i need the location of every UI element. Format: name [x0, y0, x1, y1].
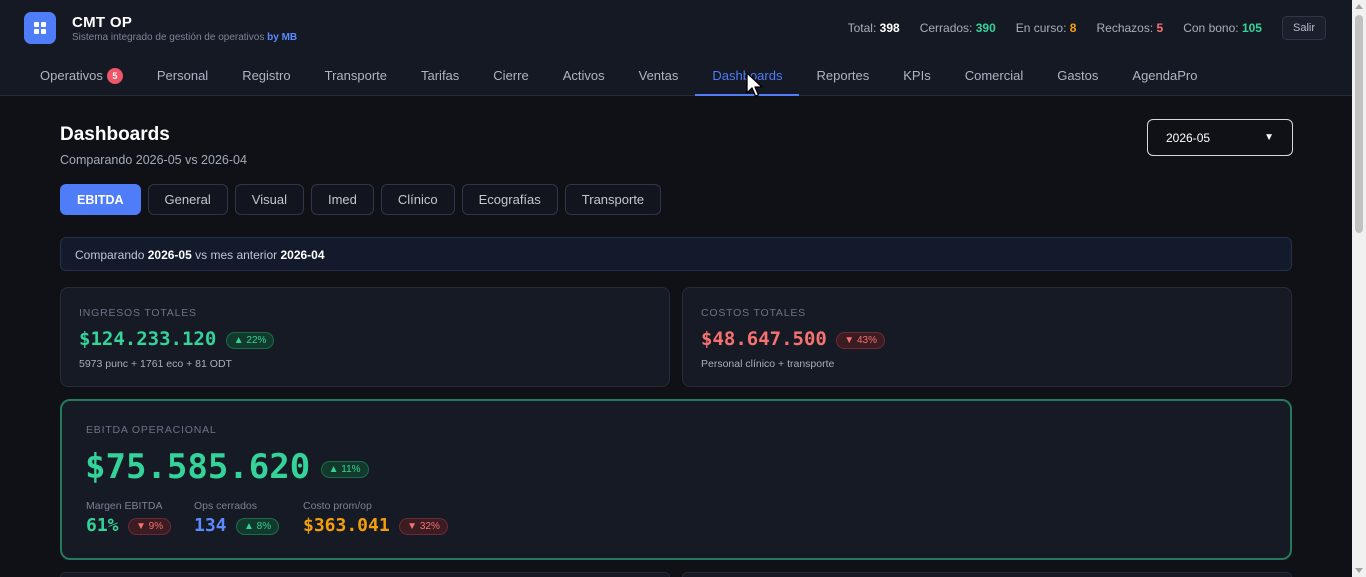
dashboard-tabs: EBITDA General Visual Imed Clínico Ecogr…	[60, 184, 668, 215]
metric-avg-cost-value: $363.041	[303, 515, 390, 536]
stat-con-bono-value: 105	[1241, 21, 1262, 35]
stat-en-curso: En curso: 8	[1016, 21, 1077, 35]
metric-ops-closed: Ops cerrados 134 ▲ 8%	[194, 500, 280, 536]
metric-ops-delta: ▲ 8%	[235, 518, 280, 536]
income-value-row: $124.233.120 ▲ 22%	[79, 328, 275, 350]
month-select-value: 2026-05	[1166, 130, 1211, 145]
costs-delta-badge: ▼ 43%	[836, 332, 885, 350]
nav-item-tarifas[interactable]: Tarifas	[404, 60, 476, 96]
compare-middle: vs mes anterior	[195, 248, 278, 262]
nav-item-activos[interactable]: Activos	[546, 60, 622, 96]
ebitda-value-row: $75.585.620 ▲ 11%	[85, 447, 369, 487]
logout-button[interactable]: Salir	[1281, 16, 1326, 40]
stat-cerrados-value: 390	[975, 21, 996, 35]
stat-total-value: 398	[879, 21, 900, 35]
app-logo-icon[interactable]	[24, 12, 56, 44]
app-subtitle: Sistema integrado de gestión de operativ…	[72, 32, 297, 43]
stat-en-curso-label: En curso:	[1015, 21, 1067, 35]
app-title: CMT OP	[72, 14, 133, 31]
metric-ops-label: Ops cerrados	[194, 500, 258, 512]
page-scrollbar[interactable]	[1352, 0, 1366, 577]
notification-badge: 5	[106, 68, 123, 84]
ebitda-value: $75.585.620	[85, 447, 311, 487]
stat-total-label: Total:	[847, 21, 877, 35]
comparison-banner: Comparando 2026-05 vs mes anterior 2026-…	[60, 237, 1292, 271]
compare-prefix: Comparando	[75, 248, 145, 262]
app-subtitle-text: Sistema integrado de gestión de operativ…	[72, 32, 265, 43]
nav-item-kpis[interactable]: KPIs	[886, 60, 947, 96]
tab-visual[interactable]: Visual	[234, 184, 304, 215]
tab-clinico[interactable]: Clínico	[380, 184, 455, 215]
nav-item-reportes[interactable]: Reportes	[799, 60, 886, 96]
tab-transporte[interactable]: Transporte	[564, 184, 662, 215]
metric-avg-cost-delta: ▼ 32%	[399, 518, 448, 536]
tab-general[interactable]: General	[147, 184, 228, 215]
costs-label: COSTOS TOTALES	[701, 307, 806, 319]
stat-cerrados: Cerrados: 390	[920, 21, 996, 35]
stat-con-bono: Con bono: 105	[1183, 21, 1262, 35]
ebitda-label: EBITDA OPERACIONAL	[86, 424, 217, 436]
income-value: $124.233.120	[79, 328, 217, 350]
nav-item-agendapro[interactable]: AgendaPro	[1115, 60, 1214, 96]
tab-imed[interactable]: Imed	[310, 184, 374, 215]
income-card: INGRESOS TOTALES $124.233.120 ▲ 22% 5973…	[60, 287, 670, 387]
nav-item-registro[interactable]: Registro	[225, 60, 307, 96]
stat-total: Total: 398	[848, 21, 900, 35]
metric-margin-label: Margen EBITDA	[86, 500, 163, 512]
app-subtitle-by: by MB	[267, 32, 298, 43]
next-card-left	[60, 572, 670, 577]
month-select[interactable]: 2026-05 ▼	[1147, 119, 1293, 156]
ebitda-card: EBITDA OPERACIONAL $75.585.620 ▲ 11% Mar…	[60, 399, 1292, 560]
page-subtitle: Comparando 2026-05 vs 2026-04	[60, 153, 247, 167]
page-title: Dashboards	[60, 124, 170, 145]
summary-stats: Total: 398 Cerrados: 390 En curso: 8 Rec…	[848, 16, 1326, 40]
ebitda-delta-badge: ▲ 11%	[320, 461, 369, 478]
metric-margin: Margen EBITDA 61% ▼ 9%	[86, 500, 172, 536]
scroll-down-icon[interactable]	[1355, 568, 1363, 573]
tab-ebitda[interactable]: EBITDA	[60, 184, 141, 215]
nav-item-gastos[interactable]: Gastos	[1040, 60, 1115, 96]
nav-item-ventas[interactable]: Ventas	[622, 60, 696, 96]
stat-con-bono-label: Con bono:	[1183, 21, 1239, 35]
scrollbar-thumb[interactable]	[1355, 15, 1363, 233]
metric-ops-value: 134	[194, 515, 227, 536]
compare-current-month: 2026-05	[147, 248, 192, 262]
next-card-right	[682, 572, 1292, 577]
main-nav: Operativos 5 Personal Registro Transporte…	[23, 60, 1214, 96]
nav-item-label: Operativos	[40, 68, 103, 83]
nav-item-comercial[interactable]: Comercial	[948, 60, 1041, 96]
metric-avg-cost-label: Costo prom/op	[303, 500, 372, 512]
nav-item-personal[interactable]: Personal	[140, 60, 225, 96]
chevron-down-icon: ▼	[1264, 132, 1274, 143]
compare-previous-month: 2026-04	[280, 248, 325, 262]
income-delta-badge: ▲ 22%	[225, 332, 275, 350]
metric-margin-value: 61%	[86, 515, 119, 536]
nav-item-cierre[interactable]: Cierre	[476, 60, 545, 96]
mouse-cursor-icon	[746, 72, 763, 97]
metric-margin-delta: ▼ 9%	[127, 518, 172, 536]
costs-card: COSTOS TOTALES $48.647.500 ▼ 43% Persona…	[682, 287, 1292, 387]
costs-note: Personal clínico + transporte	[701, 358, 835, 370]
scroll-up-icon[interactable]	[1355, 4, 1363, 9]
stat-rechazos-value: 5	[1156, 21, 1164, 35]
costs-value: $48.647.500	[701, 328, 827, 350]
stat-cerrados-label: Cerrados:	[919, 21, 973, 35]
income-label: INGRESOS TOTALES	[79, 307, 197, 319]
stat-en-curso-value: 8	[1069, 21, 1077, 35]
nav-item-transporte[interactable]: Transporte	[308, 60, 404, 96]
metric-avg-cost: Costo prom/op $363.041 ▼ 32%	[303, 500, 448, 536]
income-note: 5973 punc + 1761 eco + 81 ODT	[79, 358, 232, 370]
stat-rechazos: Rechazos: 5	[1096, 21, 1163, 35]
nav-item-operativos[interactable]: Operativos 5	[23, 60, 140, 96]
costs-value-row: $48.647.500 ▼ 43%	[701, 328, 885, 350]
stat-rechazos-label: Rechazos:	[1096, 21, 1154, 35]
top-header: CMT OP Sistema integrado de gestión de o…	[0, 0, 1352, 96]
tab-ecografias[interactable]: Ecografías	[461, 184, 558, 215]
